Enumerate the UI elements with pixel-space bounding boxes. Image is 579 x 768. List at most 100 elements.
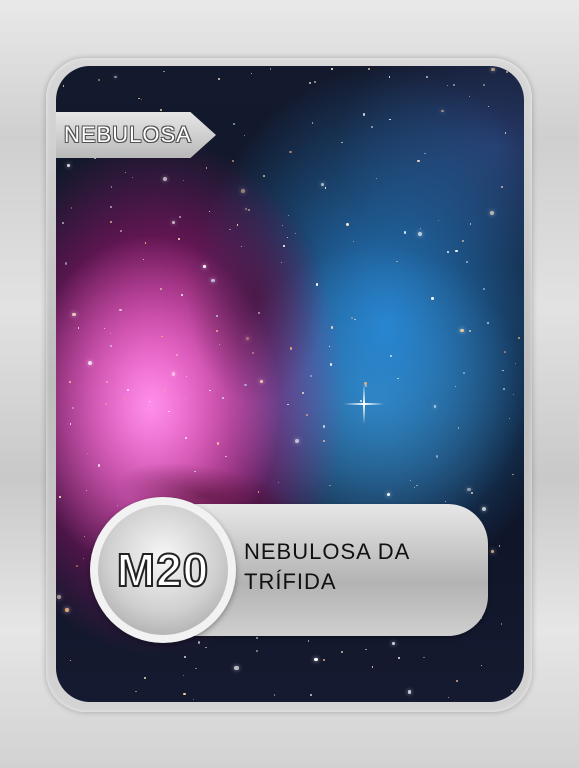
star — [273, 693, 276, 696]
star — [489, 211, 494, 216]
star — [424, 152, 426, 155]
star — [371, 666, 374, 668]
star — [120, 229, 122, 232]
star — [171, 220, 175, 224]
star — [216, 330, 218, 332]
star — [407, 690, 412, 695]
star — [103, 327, 105, 330]
star — [86, 452, 89, 455]
star — [208, 210, 211, 212]
star — [469, 222, 472, 225]
star — [184, 655, 187, 658]
star — [294, 438, 299, 444]
star — [162, 177, 167, 182]
star — [371, 126, 374, 129]
star — [218, 77, 221, 80]
star — [457, 427, 460, 429]
star — [448, 696, 450, 698]
star — [455, 386, 457, 388]
star — [322, 440, 326, 443]
star — [340, 651, 343, 654]
star — [72, 312, 76, 317]
star — [182, 674, 184, 677]
star — [111, 186, 113, 188]
star — [109, 220, 112, 223]
star — [491, 67, 495, 71]
star — [418, 232, 423, 237]
star — [193, 699, 195, 701]
star — [145, 242, 147, 244]
star — [70, 659, 72, 661]
star — [251, 73, 253, 75]
star — [203, 265, 206, 268]
star — [71, 406, 74, 409]
star — [216, 315, 218, 317]
star — [160, 109, 162, 111]
star — [392, 641, 396, 646]
star — [257, 491, 259, 493]
star — [308, 81, 312, 84]
star — [420, 227, 422, 230]
star — [179, 216, 181, 218]
star — [512, 473, 514, 475]
star — [97, 79, 101, 82]
star — [256, 637, 258, 639]
star — [70, 207, 72, 209]
star — [177, 237, 180, 240]
star — [455, 249, 458, 252]
star — [509, 417, 511, 419]
star — [62, 221, 65, 224]
star — [123, 397, 125, 400]
star — [141, 98, 143, 101]
star — [504, 351, 506, 353]
star — [110, 332, 112, 334]
catalog-id: M20 — [116, 543, 210, 597]
star — [229, 228, 231, 231]
star — [331, 68, 333, 70]
star — [324, 187, 327, 189]
star — [283, 245, 285, 247]
star — [256, 649, 259, 652]
star — [435, 455, 438, 458]
star — [309, 375, 312, 378]
star — [290, 347, 293, 350]
star — [511, 689, 514, 692]
star — [87, 361, 92, 366]
star — [109, 345, 112, 347]
star — [389, 76, 391, 78]
star — [514, 362, 517, 365]
star — [447, 84, 449, 86]
star — [69, 381, 71, 383]
star — [310, 693, 313, 696]
dust-lane — [186, 186, 326, 406]
star — [417, 159, 420, 162]
star — [143, 676, 146, 679]
star — [69, 423, 72, 426]
star — [423, 656, 425, 659]
star — [234, 665, 239, 671]
star — [461, 239, 464, 242]
star — [67, 163, 71, 167]
star — [501, 185, 503, 188]
star — [483, 84, 486, 87]
star — [409, 479, 412, 482]
star — [354, 318, 356, 321]
star — [171, 372, 176, 376]
star — [65, 608, 69, 612]
star — [460, 328, 465, 333]
star — [425, 76, 428, 79]
star — [269, 68, 272, 71]
star — [149, 400, 151, 402]
star — [416, 485, 418, 487]
star — [363, 113, 366, 116]
star — [438, 220, 440, 222]
star — [403, 231, 407, 234]
star — [198, 641, 201, 644]
star — [314, 81, 317, 84]
star — [452, 84, 455, 87]
star — [365, 648, 367, 651]
star — [389, 355, 393, 358]
star — [294, 232, 297, 234]
star — [482, 287, 485, 290]
star — [131, 177, 133, 179]
